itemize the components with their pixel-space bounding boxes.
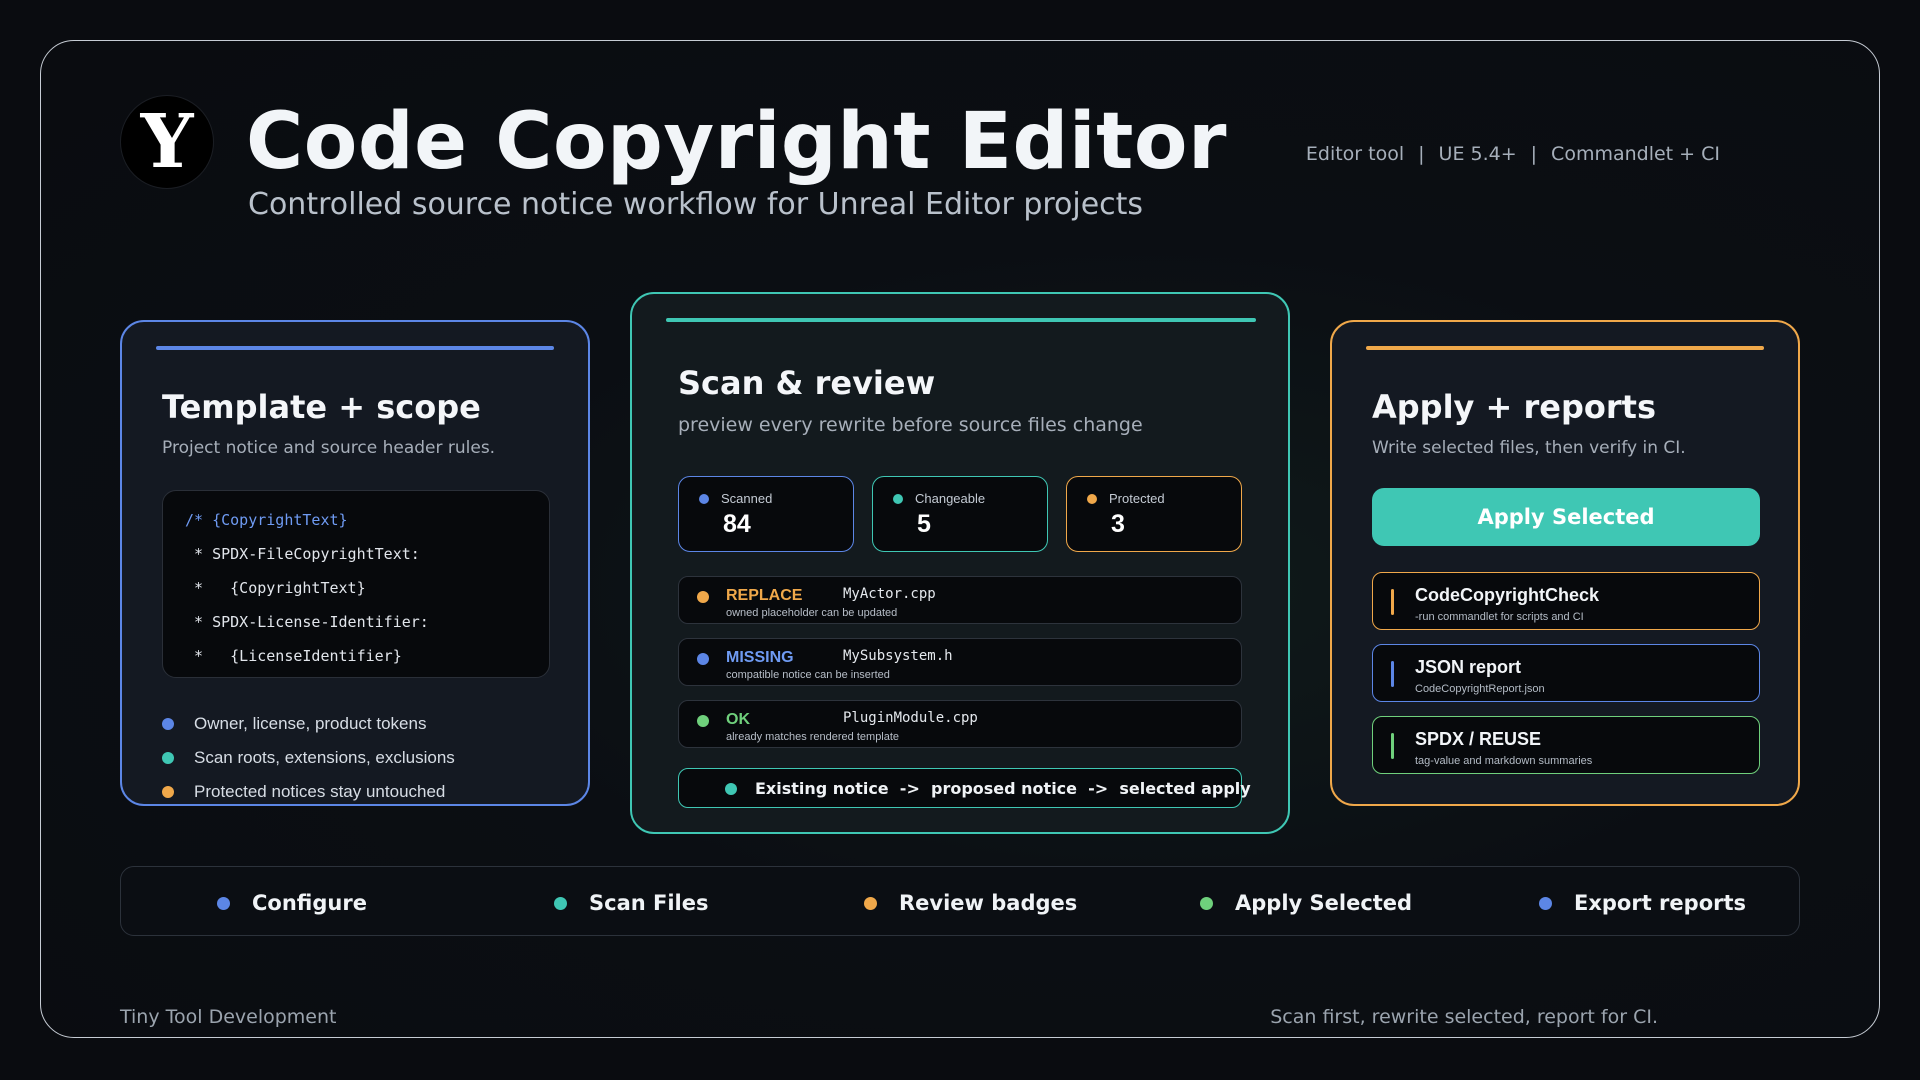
logo-icon: Y xyxy=(120,95,214,189)
step-dot-icon xyxy=(1539,896,1552,910)
stat-scanned[interactable]: Scanned 84 xyxy=(678,476,854,552)
card-description: preview every rewrite before source file… xyxy=(678,414,1143,436)
list-item-label: Scan roots, extensions, exclusions xyxy=(194,748,455,767)
list-item: Owner, license, product tokens xyxy=(162,707,455,741)
step-configure[interactable]: Configure xyxy=(217,891,367,915)
status-dot-icon xyxy=(1087,493,1097,504)
footer-credit: Tiny Tool Development xyxy=(120,1006,337,1028)
status-dot-icon xyxy=(893,493,903,504)
stat-label: Changeable xyxy=(915,491,986,506)
output-description: CodeCopyrightReport.json xyxy=(1415,683,1545,695)
accent-bar xyxy=(1391,733,1394,759)
file-row-ok[interactable]: OK PluginModule.cpp already matches rend… xyxy=(678,700,1242,748)
status-dot-icon xyxy=(725,783,737,795)
notice-flow-banner: Existing notice -> proposed notice -> se… xyxy=(678,768,1251,808)
list-item: Scan roots, extensions, exclusions xyxy=(162,741,455,775)
accent-bar xyxy=(1391,589,1394,615)
flow-text: Existing notice -> proposed notice -> se… xyxy=(755,778,1251,798)
output-description: tag-value and markdown summaries xyxy=(1415,755,1593,767)
status-dot-icon xyxy=(697,653,709,665)
status-badge: OK xyxy=(726,711,750,728)
row-note: owned placeholder can be updated xyxy=(726,607,898,619)
step-apply-selected[interactable]: Apply Selected xyxy=(1200,891,1412,915)
bullet-dot-icon xyxy=(162,752,174,764)
step-scan-files[interactable]: Scan Files xyxy=(554,891,709,915)
output-spdx-reuse[interactable]: SPDX / REUSE tag-value and markdown summ… xyxy=(1372,716,1760,774)
step-dot-icon xyxy=(554,896,567,910)
template-scope-card: Template + scope Project notice and sour… xyxy=(120,320,590,806)
bullet-dot-icon xyxy=(162,718,174,730)
meta-separator: | xyxy=(1418,143,1425,165)
card-description: Write selected files, then verify in CI. xyxy=(1372,438,1686,458)
list-item-label: Owner, license, product tokens xyxy=(194,714,427,733)
step-label: Review badges xyxy=(899,891,1078,915)
status-badge: REPLACE xyxy=(726,587,803,604)
file-name: MySubsystem.h xyxy=(843,648,953,664)
output-description: -run commandlet for scripts and CI xyxy=(1415,611,1584,623)
output-name: SPDX / REUSE xyxy=(1415,729,1542,749)
card-title: Template + scope xyxy=(162,388,481,426)
meta-separator: | xyxy=(1530,143,1538,165)
card-title: Apply + reports xyxy=(1372,388,1656,426)
stat-label: Protected xyxy=(1109,491,1165,506)
file-name: PluginModule.cpp xyxy=(843,710,978,726)
stat-protected[interactable]: Protected 3 xyxy=(1066,476,1242,552)
output-name: CodeCopyrightCheck xyxy=(1415,585,1600,605)
output-json-report[interactable]: JSON report CodeCopyrightReport.json xyxy=(1372,644,1760,702)
code-line: * SPDX-FileCopyrightText: xyxy=(185,545,420,563)
meta-item: Commandlet + CI xyxy=(1551,143,1720,165)
stat-value: 84 xyxy=(723,510,751,538)
stat-value: 5 xyxy=(917,510,931,538)
step-label: Apply Selected xyxy=(1235,891,1413,915)
accent-bar xyxy=(1391,661,1394,687)
card-title: Scan & review xyxy=(678,364,936,402)
meta-item: UE 5.4+ xyxy=(1438,143,1517,165)
output-name: JSON report xyxy=(1415,657,1522,677)
scan-review-card: Scan & review preview every rewrite befo… xyxy=(630,292,1290,834)
card-accent-bar xyxy=(156,346,554,350)
template-code-block[interactable]: /* {CopyrightText} * SPDX-FileCopyrightT… xyxy=(162,490,550,678)
card-accent-bar xyxy=(1366,346,1764,350)
footer-tagline: Scan first, rewrite selected, report for… xyxy=(1270,1006,1658,1028)
header-meta: Editor tool | UE 5.4+ | Commandlet + CI xyxy=(1306,143,1720,165)
row-note: already matches rendered template xyxy=(726,731,900,743)
workflow-steps-bar: Configure Scan Files Review badges Apply… xyxy=(120,866,1800,936)
file-row-replace[interactable]: REPLACE MyActor.cpp owned placeholder ca… xyxy=(678,576,1242,624)
page-subtitle: Controlled source notice workflow for Un… xyxy=(248,187,1144,222)
step-dot-icon xyxy=(1200,896,1213,910)
status-dot-icon xyxy=(697,715,709,727)
step-label: Export reports xyxy=(1574,891,1747,915)
step-label: Scan Files xyxy=(589,891,709,915)
card-description: Project notice and source header rules. xyxy=(162,438,496,458)
code-line: * SPDX-License-Identifier: xyxy=(185,613,429,631)
file-row-missing[interactable]: MISSING MySubsystem.h compatible notice … xyxy=(678,638,1242,686)
code-line: /* {CopyrightText} xyxy=(185,511,348,529)
stat-label: Scanned xyxy=(721,491,773,506)
step-export-reports[interactable]: Export reports xyxy=(1539,891,1746,915)
list-item: Protected notices stay untouched xyxy=(162,775,455,809)
code-line: * {CopyrightText} xyxy=(185,579,366,597)
page-title: Code Copyright Editor xyxy=(246,97,1227,187)
scope-bullet-list: Owner, license, product tokens Scan root… xyxy=(162,707,455,809)
apply-selected-button[interactable]: Apply Selected xyxy=(1372,488,1760,546)
file-name: MyActor.cpp xyxy=(843,586,936,602)
row-note: compatible notice can be inserted xyxy=(726,669,890,681)
step-label: Configure xyxy=(252,891,367,915)
bullet-dot-icon xyxy=(162,786,174,798)
step-review-badges[interactable]: Review badges xyxy=(864,891,1077,915)
status-dot-icon xyxy=(699,493,709,504)
code-line: * {LicenseIdentifier} xyxy=(185,647,402,665)
step-dot-icon xyxy=(864,896,877,910)
status-dot-icon xyxy=(697,591,709,603)
stat-changeable[interactable]: Changeable 5 xyxy=(872,476,1048,552)
output-commandlet[interactable]: CodeCopyrightCheck -run commandlet for s… xyxy=(1372,572,1760,630)
step-dot-icon xyxy=(217,896,230,910)
stat-value: 3 xyxy=(1111,510,1125,538)
apply-reports-card: Apply + reports Write selected files, th… xyxy=(1330,320,1800,806)
card-accent-bar xyxy=(666,318,1256,322)
meta-item: Editor tool xyxy=(1305,143,1405,165)
status-badge: MISSING xyxy=(726,649,794,666)
list-item-label: Protected notices stay untouched xyxy=(194,782,446,801)
